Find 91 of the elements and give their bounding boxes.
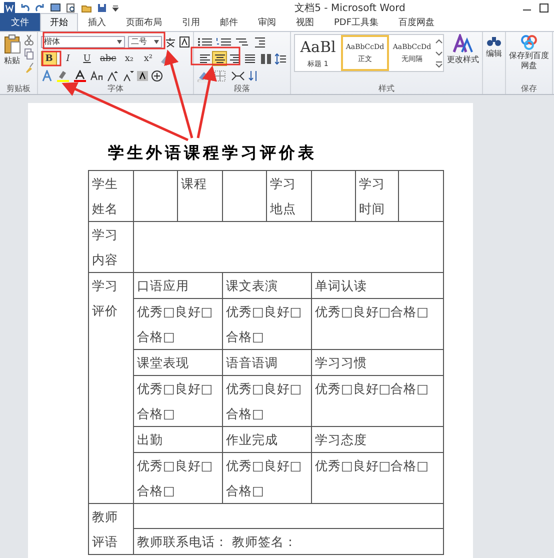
enclosed-char-icon[interactable]: [151, 70, 163, 82]
numbered-list-icon[interactable]: [216, 36, 232, 48]
columns-icon[interactable]: [260, 52, 272, 64]
group-label: 保存: [520, 83, 538, 94]
rating-cell: 优秀□良好□合格□: [222, 298, 312, 350]
bullet-list-icon[interactable]: [197, 36, 213, 48]
rating-cell: 优秀□良好□合格□: [134, 452, 222, 504]
field-label: 学习地点: [266, 170, 312, 222]
indent-icon[interactable]: [254, 36, 266, 48]
group-label: 样式: [378, 83, 396, 94]
font-size-combo[interactable]: 二号: [128, 36, 162, 48]
contact-cell: 教师联系电话： 教师签名：: [134, 528, 444, 554]
format-button[interactable]: U: [79, 51, 95, 66]
field-label: 课程: [178, 170, 222, 222]
scissors-icon[interactable]: [24, 34, 34, 46]
clipboard-icon: [3, 34, 21, 54]
dropdown-arrow-icon: [154, 40, 159, 44]
shrink-font-icon[interactable]: [122, 70, 134, 82]
char-shading-icon[interactable]: [137, 70, 148, 82]
shading-icon[interactable]: [197, 70, 211, 82]
highlight-frame: [190, 46, 240, 66]
field-label: 学生姓名: [88, 170, 134, 222]
tab[interactable]: 开始: [40, 13, 78, 31]
chinese-layout-icon[interactable]: [231, 70, 245, 82]
tab[interactable]: 审阅: [248, 13, 286, 31]
rating-cell: 优秀□良好□合格□: [312, 298, 444, 350]
cloud-circles-icon: [519, 34, 539, 50]
tab[interactable]: 插入: [78, 13, 116, 31]
criterion-cell: 作业完成: [222, 426, 312, 452]
criterion-cell: 课文表演: [222, 272, 312, 298]
line-spacing-icon[interactable]: [275, 52, 287, 64]
change-styles-button[interactable]: 更改样式: [447, 34, 479, 83]
tab[interactable]: 视图: [286, 13, 324, 31]
group-label: 剪贴板: [6, 83, 32, 94]
change-case-icon[interactable]: [90, 70, 104, 82]
criterion-cell: 学习态度: [312, 426, 444, 452]
criterion-cell: 口语应用: [134, 272, 222, 298]
print-preview-icon[interactable]: [66, 2, 76, 12]
text-effect-icon[interactable]: [41, 70, 53, 82]
rating-cell: 优秀□良好□合格□: [312, 376, 444, 426]
document-title: 学生外语课程学习评价表: [108, 143, 318, 164]
paste-button[interactable]: 粘贴: [3, 34, 21, 66]
group-label: 段落: [233, 83, 251, 94]
criterion-cell: 出勤: [134, 426, 222, 452]
binoculars-icon: [486, 34, 502, 48]
file-tab[interactable]: 文件: [0, 13, 40, 31]
tab[interactable]: 邮件: [210, 13, 248, 31]
rating-cell: 优秀□良好□合格□: [134, 376, 222, 426]
maximize-icon[interactable]: [538, 2, 550, 12]
window-title: 文档5 - Microsoft Word: [294, 2, 406, 14]
tab[interactable]: 页面布局: [116, 13, 172, 31]
tab[interactable]: 引用: [172, 13, 210, 31]
format-button[interactable]: x₂: [121, 51, 138, 66]
styles-letters-icon: [452, 34, 474, 54]
tab[interactable]: PDF工具集: [324, 13, 389, 31]
copy-icon[interactable]: [24, 48, 34, 60]
phonetic-icon[interactable]: [165, 36, 176, 48]
dropdown-arrow-icon: [117, 40, 122, 44]
rating-cell: 优秀□良好□合格□: [222, 452, 312, 504]
grow-font-icon[interactable]: [107, 70, 119, 82]
group-label: 字体: [106, 83, 124, 94]
multilevel-list-icon[interactable]: [235, 36, 251, 48]
dropdown-icon[interactable]: [112, 2, 119, 12]
editing-button[interactable]: 编辑: [486, 34, 502, 94]
rating-cell: 优秀□良好□合格□: [312, 452, 444, 504]
highlighter-icon[interactable]: [56, 70, 70, 82]
folder-icon[interactable]: [81, 2, 92, 12]
format-button[interactable]: I: [60, 51, 76, 66]
save-icon[interactable]: [97, 2, 107, 12]
field-label: 教师评语: [88, 504, 134, 554]
font-color-icon[interactable]: [73, 70, 87, 82]
field-label: 学习评价: [88, 272, 134, 504]
field-label: 学习内容: [88, 222, 134, 272]
rating-cell: 优秀□良好□合格□: [222, 376, 312, 426]
criterion-cell: 学习习惯: [312, 350, 444, 376]
format-button[interactable]: x²: [140, 51, 156, 66]
save-to-cloud-button[interactable]: 保存到百度网盘: [509, 34, 549, 83]
brush-icon[interactable]: [24, 62, 34, 74]
redo-icon[interactable]: [35, 2, 45, 12]
rating-cell: 优秀□良好□合格□: [134, 298, 222, 350]
monitor-icon[interactable]: [50, 2, 61, 12]
borders-icon[interactable]: [214, 70, 228, 82]
criterion-cell: 课堂表现: [134, 350, 222, 376]
format-button[interactable]: abc: [98, 51, 118, 66]
tab[interactable]: 百度网盘: [388, 13, 445, 31]
field-label: 学习时间: [356, 170, 398, 222]
char-border-icon[interactable]: [179, 36, 190, 48]
font-family-combo[interactable]: 楷体: [41, 36, 125, 48]
undo-icon[interactable]: [20, 2, 30, 12]
criterion-cell: 单词认读: [312, 272, 444, 298]
criterion-cell: 语音语调: [222, 350, 312, 376]
